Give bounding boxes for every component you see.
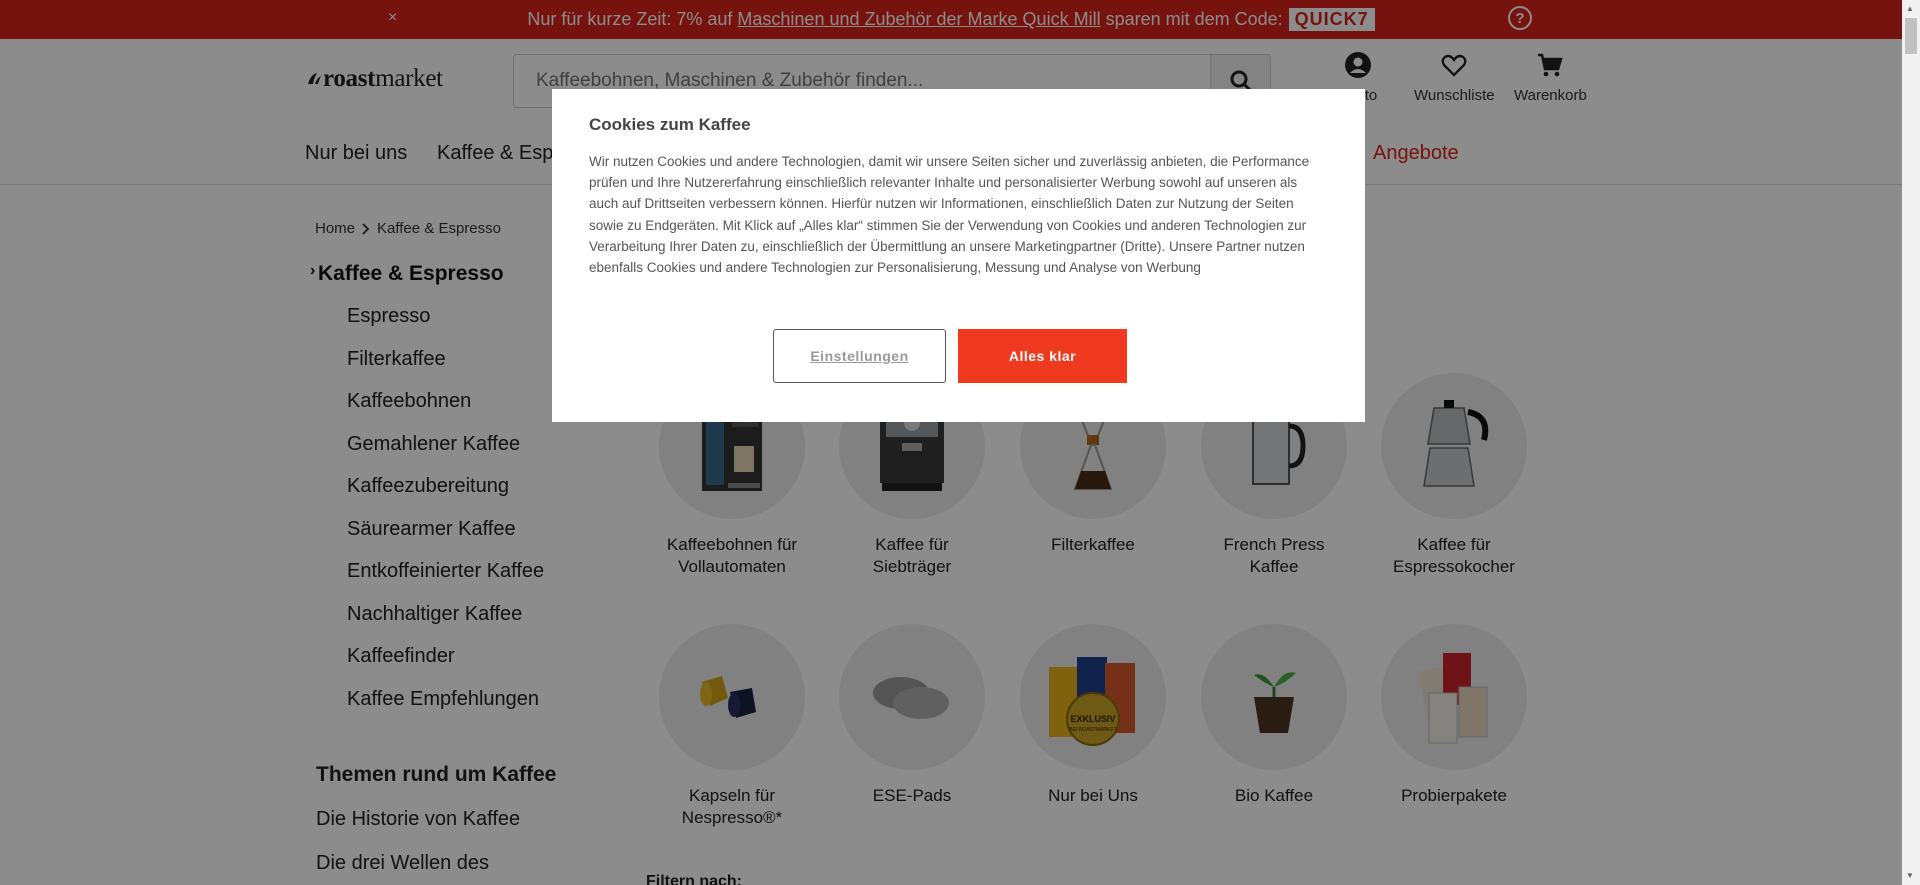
cookie-consent-dialog: Cookies zum Kaffee Wir nutzen Cookies un… [552, 89, 1365, 422]
scrollbar-thumb[interactable] [1905, 18, 1917, 54]
cookie-settings-button[interactable]: Einstellungen [773, 329, 946, 383]
cookie-accept-button[interactable]: Alles klar [958, 329, 1127, 383]
cookie-dialog-body: Wir nutzen Cookies und andere Technologi… [589, 154, 1310, 276]
scroll-down-icon[interactable]: ▼ [1906, 871, 1914, 880]
scroll-up-icon[interactable]: ▲ [1906, 4, 1914, 13]
page-scrollbar[interactable]: ▲ ▼ [1902, 0, 1920, 885]
cookie-dialog-buttons: Einstellungen Alles klar [773, 329, 1127, 383]
cookie-dialog-title: Cookies zum Kaffee [589, 115, 751, 134]
